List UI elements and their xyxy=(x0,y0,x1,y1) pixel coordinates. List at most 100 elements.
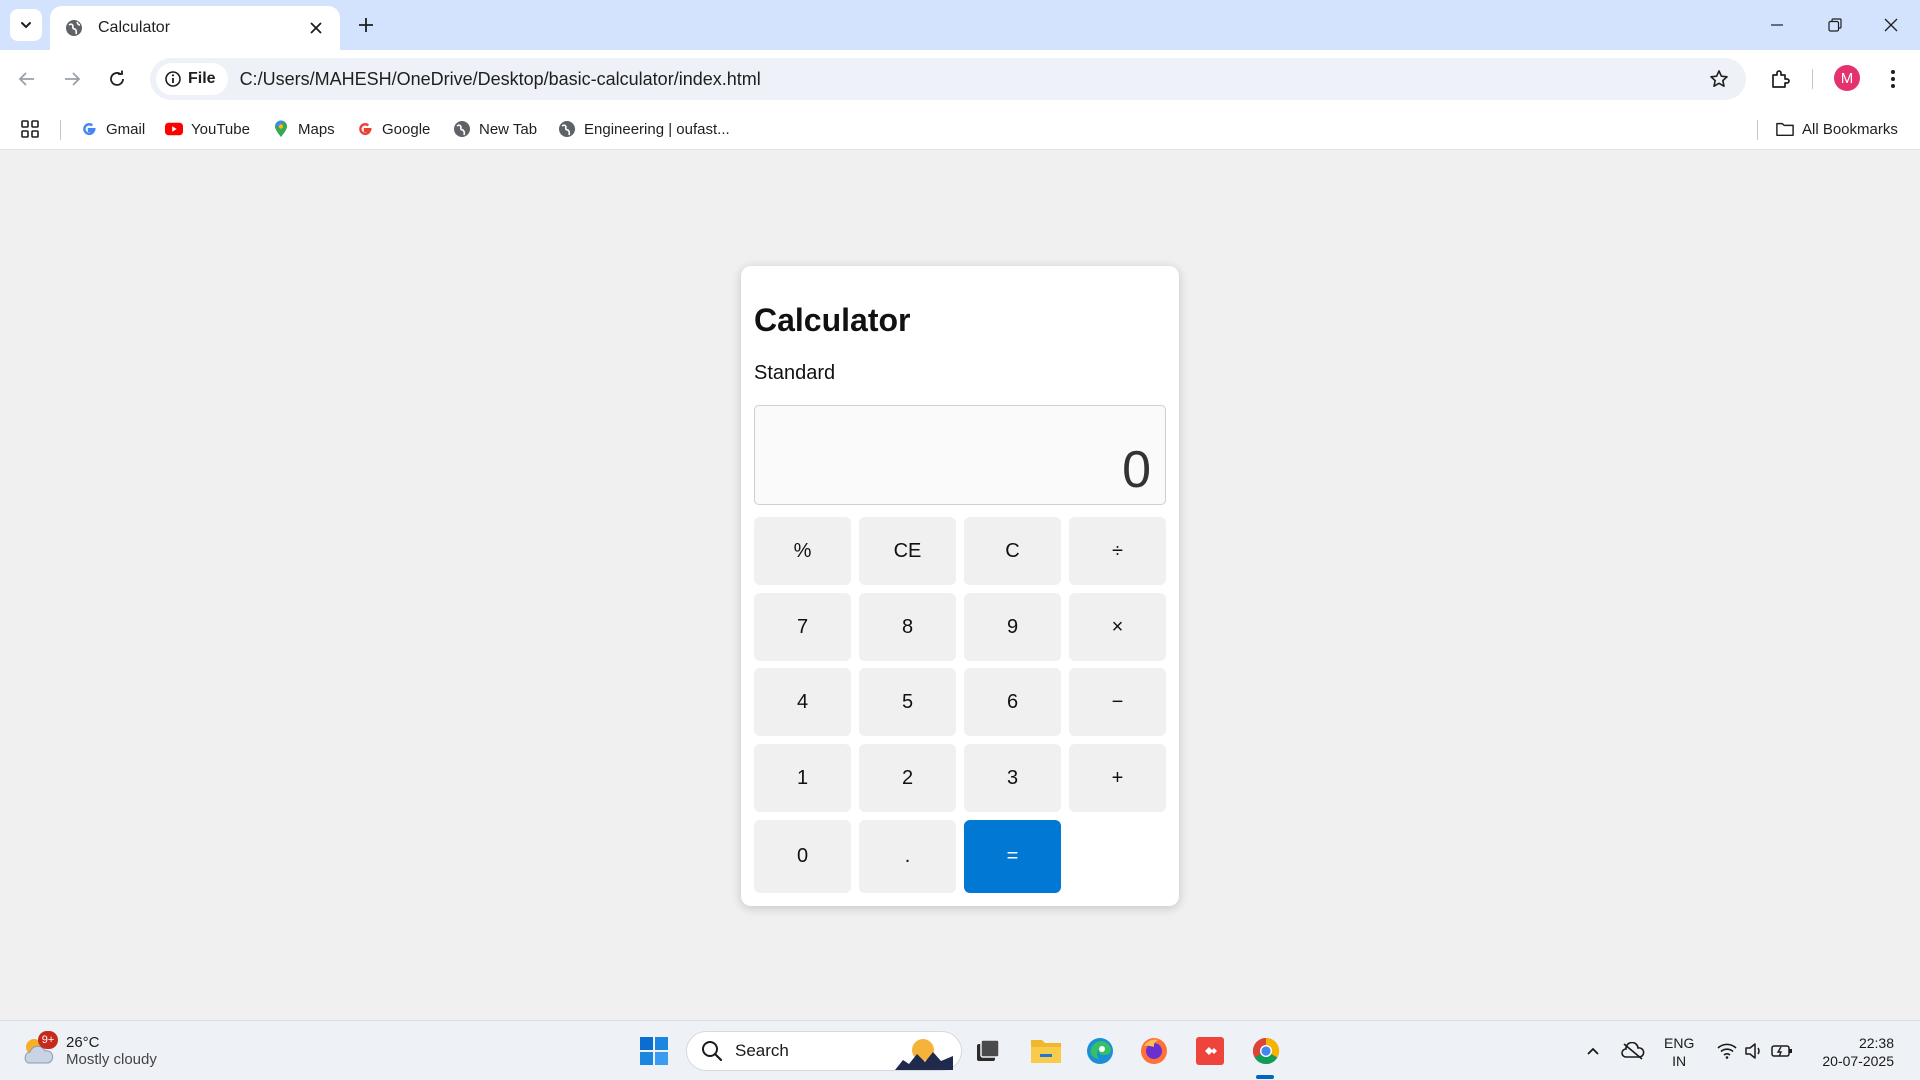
chevron-up-icon xyxy=(1587,1047,1599,1055)
extensions-button[interactable] xyxy=(1764,62,1798,96)
bookmark-label: YouTube xyxy=(191,120,250,138)
bookmark-engineering[interactable]: Engineering | oufast... xyxy=(558,117,730,141)
close-window-button[interactable] xyxy=(1862,0,1920,50)
bookmark-google[interactable]: Google xyxy=(356,117,430,141)
volume-status[interactable] xyxy=(1742,1033,1766,1069)
key-subtract[interactable]: − xyxy=(1069,668,1166,736)
key-5[interactable]: 5 xyxy=(859,668,956,736)
weather-badge: 9+ xyxy=(38,1031,58,1049)
edge-button[interactable] xyxy=(1080,1031,1120,1071)
wifi-status[interactable] xyxy=(1714,1033,1740,1069)
address-bar[interactable]: File C:/Users/MAHESH/OneDrive/Desktop/ba… xyxy=(150,58,1746,100)
site-info-chip[interactable]: File xyxy=(156,63,228,95)
forward-arrow-icon xyxy=(65,72,81,86)
key-3[interactable]: 3 xyxy=(964,744,1061,812)
toolbar-separator xyxy=(1812,69,1813,89)
input-language-indicator[interactable]: ENG IN xyxy=(1664,1034,1694,1070)
windows-icon xyxy=(640,1037,668,1065)
info-icon xyxy=(165,71,181,87)
close-tab-icon[interactable] xyxy=(304,16,328,40)
task-view-button[interactable] xyxy=(968,1031,1008,1071)
edge-icon xyxy=(1087,1038,1113,1064)
browser-menu-button[interactable] xyxy=(1876,62,1910,96)
key-add[interactable]: + xyxy=(1069,744,1166,812)
weather-widget[interactable]: 9+ 26°C Mostly cloudy xyxy=(20,1029,157,1073)
close-icon xyxy=(1884,18,1898,32)
bookmark-star-button[interactable] xyxy=(1702,62,1736,96)
new-tab-button[interactable] xyxy=(352,11,380,39)
key-percent[interactable]: % xyxy=(754,517,851,585)
key-2[interactable]: 2 xyxy=(859,744,956,812)
tab-calculator[interactable]: Calculator xyxy=(50,6,340,50)
restore-button[interactable] xyxy=(1806,0,1864,50)
cloud-offline-icon xyxy=(1621,1042,1645,1060)
key-multiply[interactable]: × xyxy=(1069,593,1166,661)
chrome-button[interactable] xyxy=(1246,1031,1286,1071)
restore-icon xyxy=(1828,18,1842,32)
show-hidden-icons-button[interactable] xyxy=(1580,1033,1606,1069)
maps-icon xyxy=(272,120,290,138)
tab-search-button[interactable] xyxy=(10,9,42,41)
bookmark-label: Engineering | oufast... xyxy=(584,120,730,138)
active-app-indicator xyxy=(1256,1075,1274,1079)
puzzle-icon xyxy=(1772,70,1790,88)
bookmarks-bar: Gmail YouTube Maps Google New Tab Engine… xyxy=(0,108,1920,150)
minimize-button[interactable] xyxy=(1748,0,1806,50)
calculator-title: Calculator xyxy=(754,302,911,338)
start-button[interactable] xyxy=(634,1031,674,1071)
all-bookmarks-button[interactable]: All Bookmarks xyxy=(1776,117,1898,141)
calculator-card: Calculator Standard 0 % CE C ÷ 7 8 9 × 4… xyxy=(741,266,1179,906)
clock-date: 20-07-2025 xyxy=(1822,1053,1894,1069)
key-equals[interactable]: = xyxy=(964,820,1061,893)
google-icon xyxy=(356,120,374,138)
site-chip-label: File xyxy=(188,70,216,87)
wifi-icon xyxy=(1717,1043,1737,1059)
bookmark-youtube[interactable]: YouTube xyxy=(165,117,250,141)
onedrive-status-button[interactable] xyxy=(1618,1033,1648,1069)
taskbar-search[interactable]: Search xyxy=(686,1031,962,1071)
bookmark-new-tab[interactable]: New Tab xyxy=(453,117,537,141)
search-label: Search xyxy=(735,1041,789,1060)
more-vert-icon xyxy=(1891,70,1895,88)
key-1[interactable]: 1 xyxy=(754,744,851,812)
apps-button[interactable] xyxy=(20,117,40,141)
reload-button[interactable] xyxy=(100,62,134,96)
calculator-display: 0 xyxy=(754,405,1166,505)
system-clock[interactable]: 22:38 20-07-2025 xyxy=(1814,1034,1894,1070)
back-arrow-icon xyxy=(18,72,34,86)
bookmark-label: Google xyxy=(382,120,431,138)
search-highlight-icon xyxy=(895,1039,953,1070)
back-button[interactable] xyxy=(10,62,44,96)
anydesk-icon xyxy=(1196,1037,1224,1065)
folder-icon xyxy=(1031,1040,1061,1063)
key-9[interactable]: 9 xyxy=(964,593,1061,661)
bookmark-label: Maps xyxy=(298,120,335,138)
battery-status[interactable] xyxy=(1768,1033,1796,1069)
minimize-icon xyxy=(1771,24,1783,26)
key-clear[interactable]: C xyxy=(964,517,1061,585)
key-7[interactable]: 7 xyxy=(754,593,851,661)
url-text[interactable]: C:/Users/MAHESH/OneDrive/Desktop/basic-c… xyxy=(240,69,1702,90)
language-code: ENG xyxy=(1664,1035,1695,1051)
reload-icon xyxy=(110,70,124,86)
firefox-icon xyxy=(1141,1038,1167,1064)
bookmark-maps[interactable]: Maps xyxy=(272,117,335,141)
anydesk-button[interactable] xyxy=(1190,1031,1230,1071)
key-0[interactable]: 0 xyxy=(754,820,851,893)
clock-time: 22:38 xyxy=(1858,1035,1894,1051)
key-divide[interactable]: ÷ xyxy=(1069,517,1166,585)
all-bookmarks-label: All Bookmarks xyxy=(1802,120,1898,138)
firefox-button[interactable] xyxy=(1134,1031,1174,1071)
forward-button[interactable] xyxy=(55,62,89,96)
profile-avatar[interactable]: M xyxy=(1834,65,1860,91)
key-4[interactable]: 4 xyxy=(754,668,851,736)
tab-title: Calculator xyxy=(98,19,171,36)
calculator-mode: Standard xyxy=(754,362,836,384)
key-clear-entry[interactable]: CE xyxy=(859,517,956,585)
battery-charging-icon xyxy=(1771,1045,1792,1057)
bookmark-gmail[interactable]: Gmail xyxy=(80,117,145,141)
key-decimal[interactable]: . xyxy=(859,820,956,893)
file-explorer-button[interactable] xyxy=(1026,1031,1066,1071)
key-8[interactable]: 8 xyxy=(859,593,956,661)
key-6[interactable]: 6 xyxy=(964,668,1061,736)
